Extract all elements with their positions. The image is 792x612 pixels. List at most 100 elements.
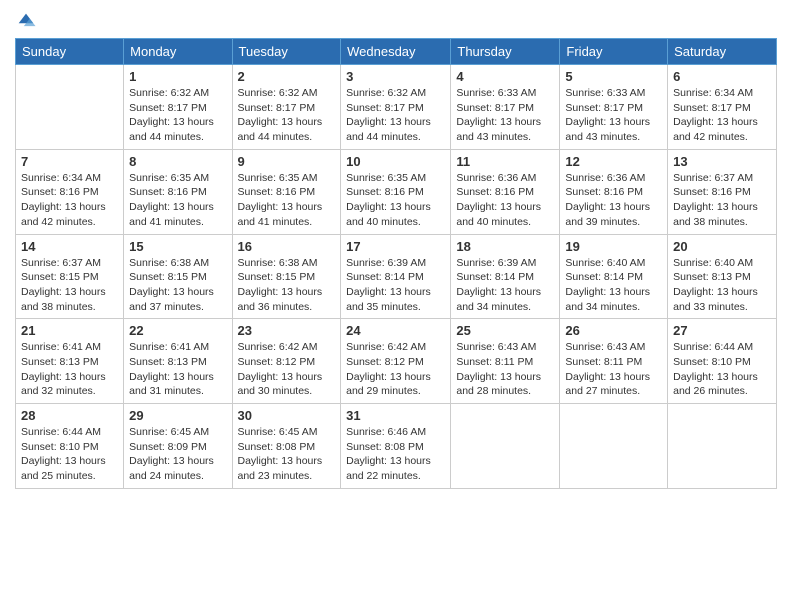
day-number: 25 [456, 323, 554, 338]
day-info: Sunrise: 6:42 AMSunset: 8:12 PMDaylight:… [238, 340, 336, 399]
table-row: 27 Sunrise: 6:44 AMSunset: 8:10 PMDayligh… [668, 319, 777, 404]
day-number: 19 [565, 239, 662, 254]
calendar-header-row: Sunday Monday Tuesday Wednesday Thursday… [16, 39, 777, 65]
day-info: Sunrise: 6:43 AMSunset: 8:11 PMDaylight:… [456, 340, 554, 399]
table-row: 30Sunrise: 6:45 AMSunset: 8:08 PMDayligh… [232, 404, 341, 489]
day-number: 28 [21, 408, 118, 423]
col-saturday: Saturday [668, 39, 777, 65]
day-number: 6 [673, 69, 771, 84]
table-row: 14 Sunrise: 6:37 AMSunset: 8:15 PMDayligh… [16, 234, 124, 319]
table-row: 18Sunrise: 6:39 AMSunset: 8:14 PMDayligh… [451, 234, 560, 319]
day-info: Sunrise: 6:42 AMSunset: 8:12 PMDaylight:… [346, 340, 445, 399]
day-number: 22 [129, 323, 226, 338]
table-row: 8Sunrise: 6:35 AMSunset: 8:16 PMDaylight… [124, 149, 232, 234]
day-number: 4 [456, 69, 554, 84]
day-info: Sunrise: 6:40 AMSunset: 8:13 PMDaylight:… [673, 256, 771, 315]
table-row: 29 Sunrise: 6:45 AMSunset: 8:09 PMDayligh… [124, 404, 232, 489]
day-number: 29 [129, 408, 226, 423]
day-number: 14 [21, 239, 118, 254]
day-info: Sunrise: 6:32 AMSunset: 8:17 PMDaylight:… [346, 86, 445, 145]
day-number: 11 [456, 154, 554, 169]
table-row: 22Sunrise: 6:41 AMSunset: 8:13 PMDayligh… [124, 319, 232, 404]
day-info: Sunrise: 6:40 AMSunset: 8:14 PMDaylight:… [565, 256, 662, 315]
table-row: 21Sunrise: 6:41 AMSunset: 8:13 PMDayligh… [16, 319, 124, 404]
calendar-week-row: 7 Sunrise: 6:34 AMSunset: 8:16 PMDaylight… [16, 149, 777, 234]
table-row [451, 404, 560, 489]
col-friday: Friday [560, 39, 668, 65]
header [15, 10, 777, 32]
day-number: 13 [673, 154, 771, 169]
day-number: 8 [129, 154, 226, 169]
day-number: 17 [346, 239, 445, 254]
day-info: Sunrise: 6:46 AMSunset: 8:08 PMDaylight:… [346, 425, 445, 484]
table-row: 13 Sunrise: 6:37 AMSunset: 8:16 PMDayligh… [668, 149, 777, 234]
day-number: 7 [21, 154, 118, 169]
day-number: 18 [456, 239, 554, 254]
table-row: 20 Sunrise: 6:40 AMSunset: 8:13 PMDayligh… [668, 234, 777, 319]
col-monday: Monday [124, 39, 232, 65]
day-info: Sunrise: 6:35 AMSunset: 8:16 PMDaylight:… [346, 171, 445, 230]
col-tuesday: Tuesday [232, 39, 341, 65]
table-row: 24 Sunrise: 6:42 AMSunset: 8:12 PMDayligh… [341, 319, 451, 404]
logo-icon [15, 10, 37, 32]
day-number: 12 [565, 154, 662, 169]
table-row: 17 Sunrise: 6:39 AMSunset: 8:14 PMDayligh… [341, 234, 451, 319]
col-wednesday: Wednesday [341, 39, 451, 65]
day-number: 30 [238, 408, 336, 423]
table-row [560, 404, 668, 489]
day-number: 5 [565, 69, 662, 84]
calendar-week-row: 14 Sunrise: 6:37 AMSunset: 8:15 PMDayligh… [16, 234, 777, 319]
day-number: 23 [238, 323, 336, 338]
table-row: 3 Sunrise: 6:32 AMSunset: 8:17 PMDaylight… [341, 65, 451, 150]
table-row [16, 65, 124, 150]
col-thursday: Thursday [451, 39, 560, 65]
day-number: 10 [346, 154, 445, 169]
day-number: 31 [346, 408, 445, 423]
day-info: Sunrise: 6:36 AMSunset: 8:16 PMDaylight:… [565, 171, 662, 230]
day-info: Sunrise: 6:37 AMSunset: 8:16 PMDaylight:… [673, 171, 771, 230]
calendar-week-row: 1Sunrise: 6:32 AMSunset: 8:17 PMDaylight… [16, 65, 777, 150]
day-info: Sunrise: 6:34 AMSunset: 8:16 PMDaylight:… [21, 171, 118, 230]
day-number: 20 [673, 239, 771, 254]
day-number: 15 [129, 239, 226, 254]
table-row: 1Sunrise: 6:32 AMSunset: 8:17 PMDaylight… [124, 65, 232, 150]
table-row: 26Sunrise: 6:43 AMSunset: 8:11 PMDayligh… [560, 319, 668, 404]
table-row: 25 Sunrise: 6:43 AMSunset: 8:11 PMDayligh… [451, 319, 560, 404]
page: Sunday Monday Tuesday Wednesday Thursday… [0, 0, 792, 612]
day-number: 16 [238, 239, 336, 254]
table-row: 2 Sunrise: 6:32 AMSunset: 8:17 PMDaylight… [232, 65, 341, 150]
day-number: 3 [346, 69, 445, 84]
day-number: 26 [565, 323, 662, 338]
day-info: Sunrise: 6:44 AMSunset: 8:10 PMDaylight:… [673, 340, 771, 399]
calendar-table: Sunday Monday Tuesday Wednesday Thursday… [15, 38, 777, 489]
day-number: 21 [21, 323, 118, 338]
calendar-week-row: 28Sunrise: 6:44 AMSunset: 8:10 PMDayligh… [16, 404, 777, 489]
table-row: 5 Sunrise: 6:33 AMSunset: 8:17 PMDaylight… [560, 65, 668, 150]
logo [15, 10, 41, 32]
day-info: Sunrise: 6:38 AMSunset: 8:15 PMDaylight:… [129, 256, 226, 315]
day-info: Sunrise: 6:32 AMSunset: 8:17 PMDaylight:… [129, 86, 226, 145]
table-row: 19 Sunrise: 6:40 AMSunset: 8:14 PMDayligh… [560, 234, 668, 319]
day-info: Sunrise: 6:36 AMSunset: 8:16 PMDaylight:… [456, 171, 554, 230]
day-info: Sunrise: 6:45 AMSunset: 8:09 PMDaylight:… [129, 425, 226, 484]
table-row: 23 Sunrise: 6:42 AMSunset: 8:12 PMDayligh… [232, 319, 341, 404]
day-number: 24 [346, 323, 445, 338]
table-row: 6Sunrise: 6:34 AMSunset: 8:17 PMDaylight… [668, 65, 777, 150]
table-row: 28Sunrise: 6:44 AMSunset: 8:10 PMDayligh… [16, 404, 124, 489]
day-info: Sunrise: 6:38 AMSunset: 8:15 PMDaylight:… [238, 256, 336, 315]
day-info: Sunrise: 6:32 AMSunset: 8:17 PMDaylight:… [238, 86, 336, 145]
day-info: Sunrise: 6:37 AMSunset: 8:15 PMDaylight:… [21, 256, 118, 315]
table-row: 12 Sunrise: 6:36 AMSunset: 8:16 PMDayligh… [560, 149, 668, 234]
table-row [668, 404, 777, 489]
table-row: 10 Sunrise: 6:35 AMSunset: 8:16 PMDayligh… [341, 149, 451, 234]
col-sunday: Sunday [16, 39, 124, 65]
day-number: 9 [238, 154, 336, 169]
day-info: Sunrise: 6:39 AMSunset: 8:14 PMDaylight:… [346, 256, 445, 315]
table-row: 7 Sunrise: 6:34 AMSunset: 8:16 PMDaylight… [16, 149, 124, 234]
day-info: Sunrise: 6:33 AMSunset: 8:17 PMDaylight:… [565, 86, 662, 145]
day-info: Sunrise: 6:33 AMSunset: 8:17 PMDaylight:… [456, 86, 554, 145]
calendar-week-row: 21Sunrise: 6:41 AMSunset: 8:13 PMDayligh… [16, 319, 777, 404]
day-number: 27 [673, 323, 771, 338]
table-row: 4 Sunrise: 6:33 AMSunset: 8:17 PMDaylight… [451, 65, 560, 150]
day-number: 2 [238, 69, 336, 84]
